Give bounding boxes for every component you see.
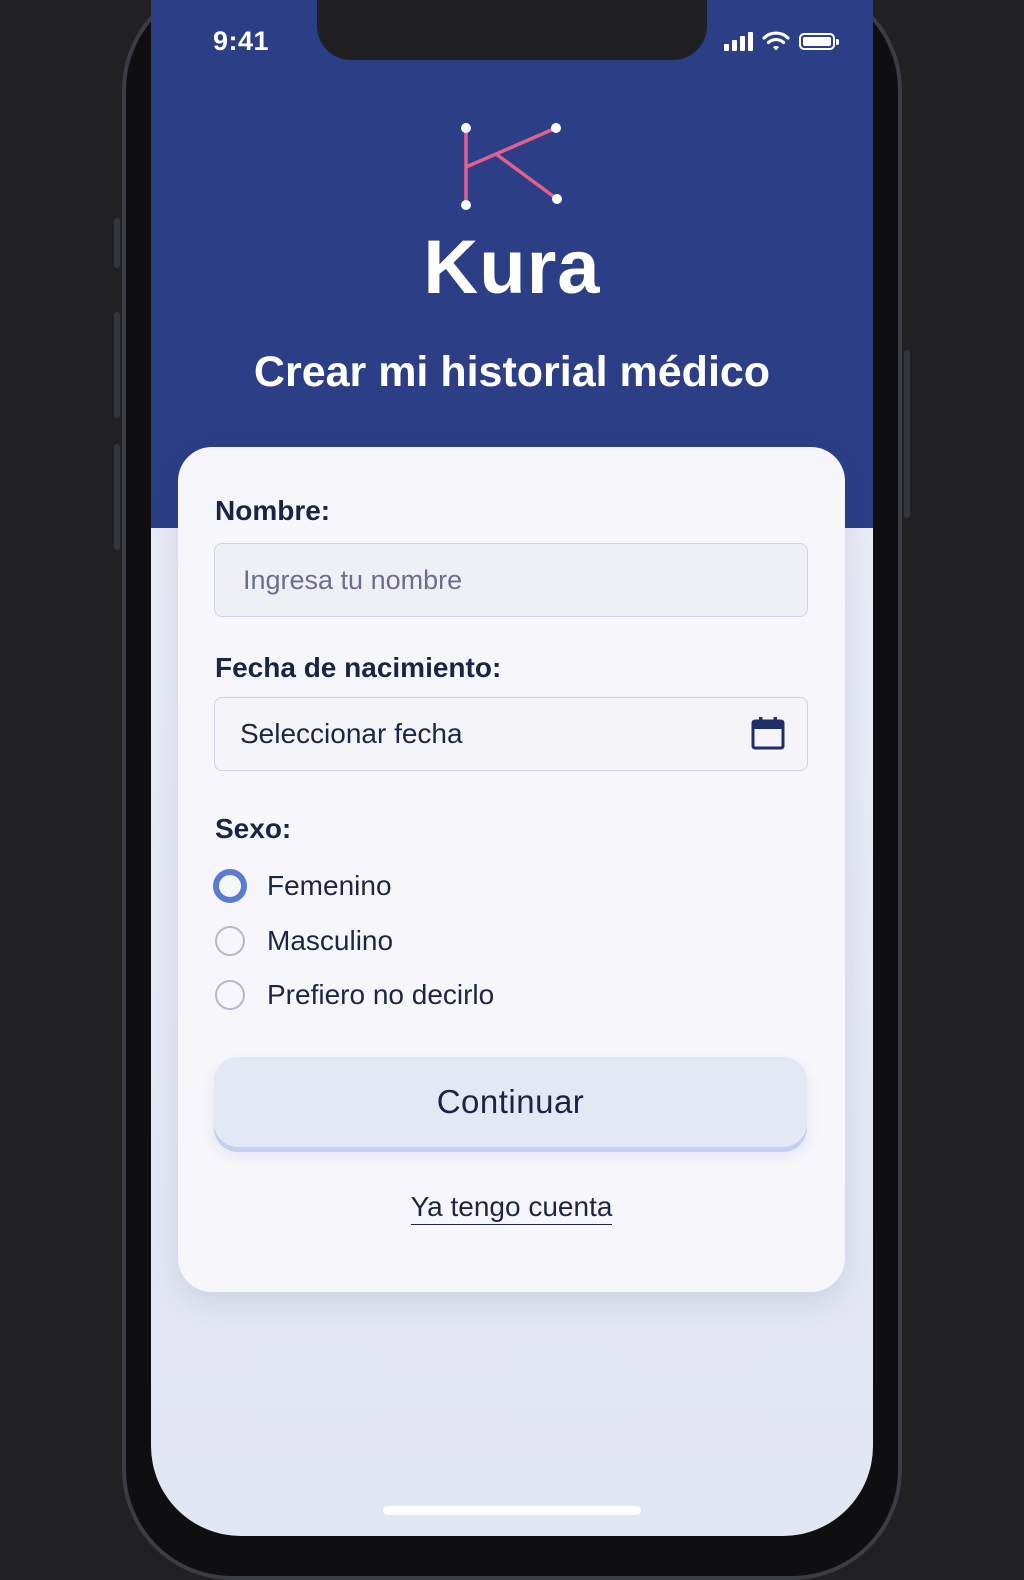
wifi-icon (762, 31, 790, 51)
registration-card: Nombre: Fecha de nacimiento: Seleccionar… (178, 447, 845, 1292)
name-label: Nombre: (215, 495, 331, 526)
radio-option-masculino[interactable]: Masculino (215, 925, 393, 957)
power-button (904, 350, 910, 518)
birthdate-value: Seleccionar fecha (240, 718, 463, 749)
name-input[interactable] (214, 543, 808, 617)
cellular-signal-icon (724, 31, 753, 51)
kura-logo-icon (461, 123, 562, 210)
radio-label: Prefiero no decirlo (267, 979, 495, 1010)
radio-option-prefiero-no-decirlo[interactable]: Prefiero no decirlo (215, 979, 494, 1011)
continue-button[interactable]: Continuar (214, 1057, 807, 1147)
volume-up-button (114, 312, 120, 418)
page-title: Crear mi historial médico (253, 348, 771, 396)
status-icons (724, 30, 839, 52)
radio-option-femenino[interactable]: Femenino (213, 869, 392, 903)
volume-down-button (114, 444, 120, 550)
notch (317, 0, 707, 60)
app-screen: 9:41 Kura Crear mi historial médico Nomb… (151, 0, 873, 1536)
battery-icon (799, 32, 839, 50)
silent-switch (114, 218, 120, 268)
birthdate-label: Fecha de nacimiento: (215, 652, 502, 683)
birthdate-picker[interactable]: Seleccionar fecha (214, 697, 808, 771)
home-indicator[interactable] (383, 1506, 641, 1515)
brand-name: Kura (423, 225, 601, 310)
status-time: 9:41 (213, 26, 270, 56)
calendar-icon[interactable] (751, 716, 785, 750)
sex-label: Sexo: (215, 813, 292, 844)
radio-label: Femenino (267, 870, 392, 901)
radio-label: Masculino (267, 925, 394, 956)
radio-button-selected[interactable] (213, 869, 247, 903)
existing-account-link[interactable]: Ya tengo cuenta (410, 1191, 613, 1225)
radio-button[interactable] (215, 926, 245, 956)
existing-account-link-wrapper: Ya tengo cuenta (178, 1191, 845, 1225)
radio-button[interactable] (215, 980, 245, 1010)
